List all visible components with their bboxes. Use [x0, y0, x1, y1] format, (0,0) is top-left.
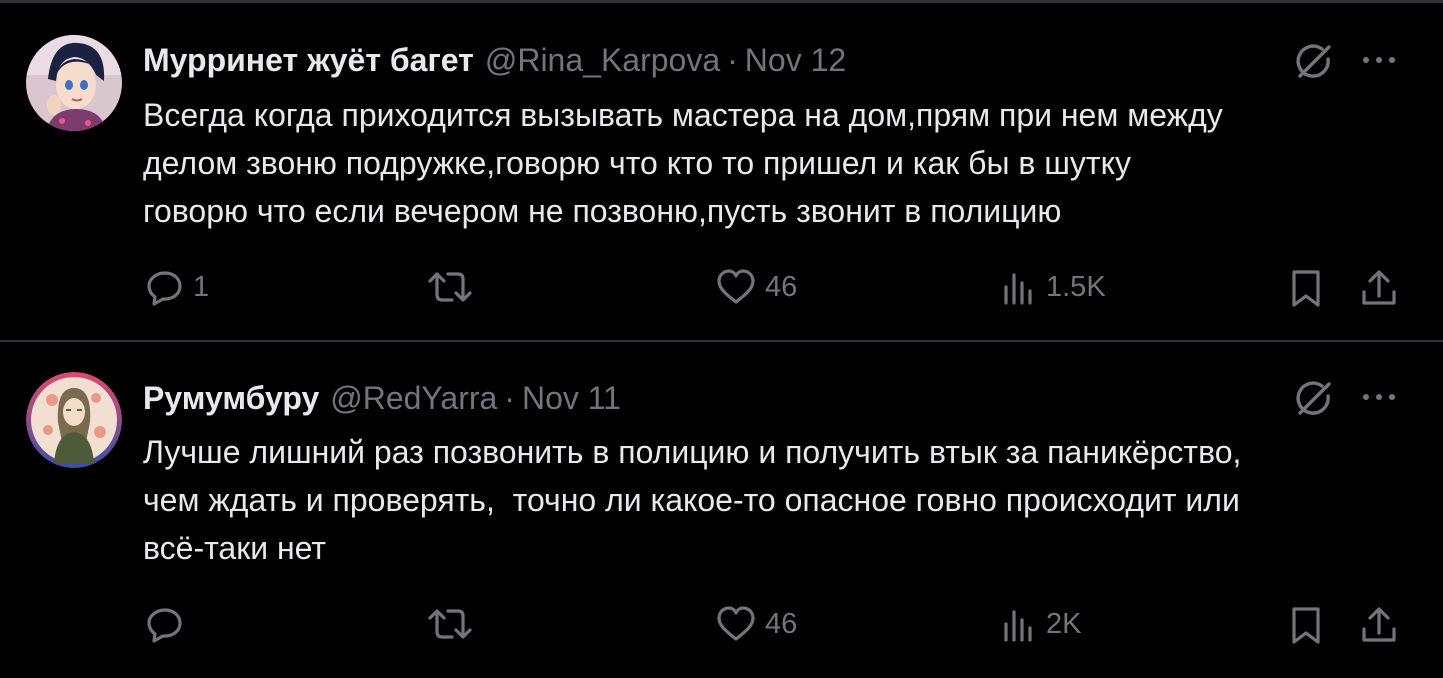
more-button[interactable] [1356, 37, 1402, 83]
separator: · [504, 379, 515, 416]
tweet-text-line: говорю что если вечером не позвоню,пусть… [143, 193, 1062, 229]
views-count: 1.5K [1046, 270, 1106, 303]
tweet-text: Всегда когда приходится вызывать мастера… [143, 91, 1403, 235]
bookmark-icon [1292, 607, 1320, 644]
like-icon [717, 269, 755, 304]
like-count: 46 [765, 270, 798, 303]
grok-button[interactable] [1291, 39, 1337, 85]
tweet-text-line: Всегда когда приходится вызывать мастера… [143, 97, 1223, 133]
display-name[interactable]: Румумбуру [143, 380, 319, 417]
user-handle[interactable]: @Rina_Karpova [485, 42, 720, 79]
views-button[interactable]: 2K [1000, 604, 1081, 644]
tweet-header: Румумбуру @RedYarra · Nov 11 [143, 378, 621, 418]
views-button[interactable]: 1.5K [1000, 267, 1106, 307]
reply-button[interactable] [145, 604, 193, 644]
timestamp[interactable]: Nov 11 [522, 380, 621, 417]
share-icon [1362, 607, 1396, 642]
grok-icon [1296, 381, 1331, 415]
reply-icon [147, 608, 182, 643]
avatar[interactable] [26, 372, 122, 468]
avatar[interactable] [26, 35, 122, 131]
bookmark-icon [1292, 270, 1320, 307]
tweet-text-line: чем ждать и проверять, точно ли какое-то… [143, 482, 1240, 518]
bookmark-button[interactable] [1287, 267, 1325, 309]
share-icon [1362, 270, 1396, 305]
more-icon [1363, 394, 1395, 400]
views-icon [1004, 273, 1032, 305]
tweet-header: Мурринет жуёт багет @Rina_Karpova · Nov … [143, 40, 846, 80]
views-icon [1004, 610, 1032, 642]
tweet-text-line: Лучше лишний раз позвонить в полицию и п… [143, 434, 1242, 470]
retweet-icon [428, 272, 472, 302]
views-count: 2K [1046, 607, 1082, 640]
share-button[interactable] [1358, 604, 1400, 646]
grok-button[interactable] [1291, 376, 1337, 422]
retweet-button[interactable] [426, 604, 482, 644]
timestamp[interactable]: Nov 12 [745, 42, 846, 79]
like-button[interactable]: 46 [715, 267, 797, 307]
tweet[interactable]: Мурринет жуёт багет @Rina_Karpova · Nov … [0, 3, 1443, 342]
separator: · [727, 41, 738, 78]
reply-button[interactable]: 1 [145, 267, 209, 307]
like-icon [717, 606, 755, 641]
display-name[interactable]: Мурринет жуёт багет [143, 42, 474, 79]
retweet-icon [428, 609, 472, 639]
reply-count: 1 [193, 270, 210, 303]
like-count: 46 [765, 607, 798, 640]
share-button[interactable] [1358, 267, 1400, 309]
retweet-button[interactable] [426, 267, 482, 307]
reply-icon [147, 271, 182, 306]
tweet-text-line: всё-таки нет [143, 530, 327, 566]
grok-icon [1296, 44, 1331, 78]
tweet-text-line: делом звоню подружке,говорю что кто то п… [143, 145, 1131, 181]
tweet-text: Лучше лишний раз позвонить в полицию и п… [143, 428, 1403, 572]
more-button[interactable] [1356, 374, 1402, 420]
more-icon [1363, 57, 1395, 63]
user-handle[interactable]: @RedYarra [330, 380, 497, 417]
tweet[interactable]: Румумбуру @RedYarra · Nov 11 Лучше лишни… [0, 342, 1443, 678]
like-button[interactable]: 46 [715, 604, 797, 644]
bookmark-button[interactable] [1287, 604, 1325, 646]
